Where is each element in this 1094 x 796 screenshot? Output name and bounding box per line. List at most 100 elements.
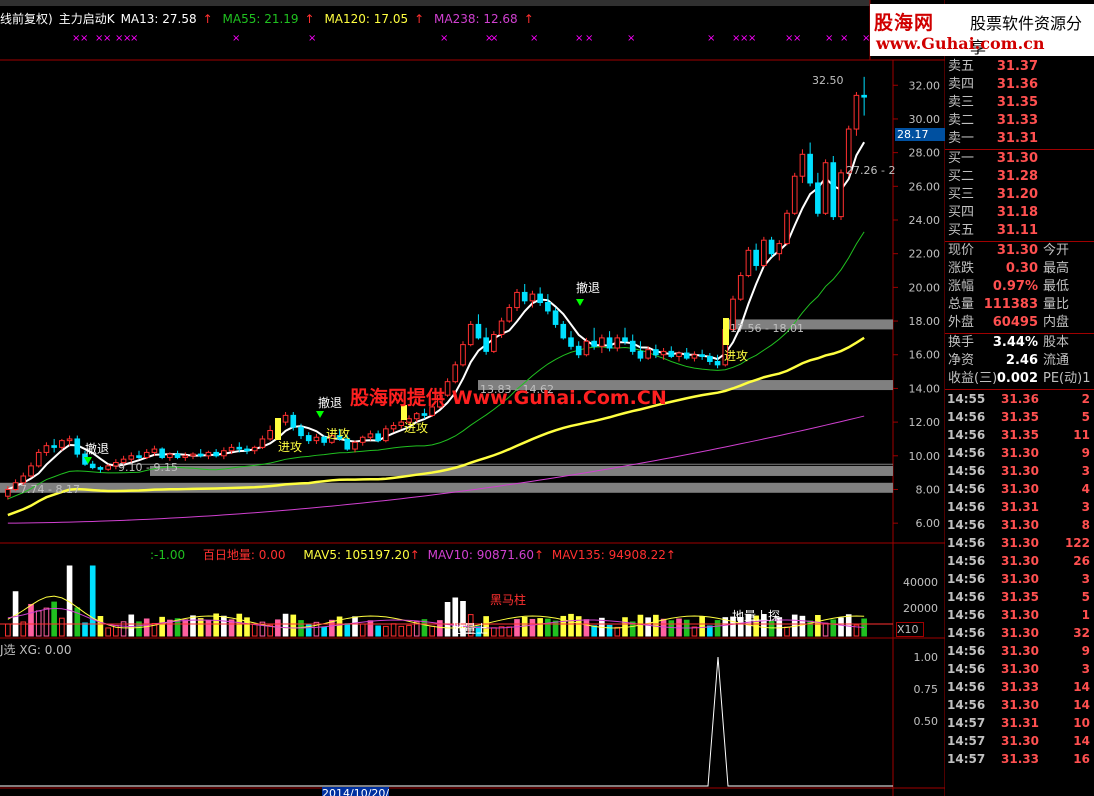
ask-row-label: 卖四: [948, 77, 975, 92]
tick-row: 14:56 31.30 4: [945, 480, 1094, 498]
candle-body: [390, 424, 397, 430]
volume-bar: [537, 618, 543, 637]
tick-row: 14:56 31.30 26: [945, 552, 1094, 570]
vol-unit-label: X10: [896, 622, 924, 637]
tick-volume: 16: [1073, 752, 1090, 766]
quote-panel: 卖五 31.37 卖四 31.36 卖三 31.35 卖二 31.33 卖一 31.31 买一 31.…: [945, 58, 1094, 796]
candle-body: [5, 488, 11, 497]
candle-body: [20, 475, 27, 484]
tick-row: 14:56 31.35 11: [945, 426, 1094, 444]
logo-url: www.Guhai.com.cn: [876, 34, 1045, 53]
tick-volume: 9: [1081, 644, 1090, 658]
stat-row-label: 总量: [948, 297, 975, 312]
volume-bar: [290, 614, 297, 637]
xg-signal-line: [0, 656, 893, 787]
stat-row-value: 111383: [983, 297, 1038, 312]
volume-bar: [159, 616, 165, 637]
tick-row: 14:57 31.30 14: [945, 732, 1094, 750]
stat2-row-label: 换手: [948, 335, 975, 350]
tick-row: 14:56 31.30 122: [945, 534, 1094, 552]
attack-bar: [275, 418, 281, 440]
volume-bar: [182, 619, 189, 637]
range-910-label: 9.10 - 9.15: [118, 461, 178, 474]
candle-body: [35, 451, 42, 467]
range-1756-label: 17.56 - 18.01: [730, 322, 804, 335]
candle-body: [89, 463, 96, 469]
candle-body: [174, 453, 181, 458]
candle-body: [167, 453, 173, 458]
signal-x-marker: ×: [232, 33, 240, 44]
ask-row-label: 卖三: [948, 95, 975, 110]
candle-body: [807, 153, 813, 184]
candle-body: [529, 293, 536, 302]
candle-body: [352, 441, 358, 450]
candle-body: [830, 162, 837, 218]
tick-time: 14:56: [947, 500, 986, 514]
volume-bar: [213, 613, 219, 637]
candle-body: [815, 182, 821, 214]
candle-body: [228, 446, 235, 452]
candle-body: [791, 175, 798, 214]
candle-body: [205, 451, 212, 457]
tick-price: 31.30: [1001, 644, 1039, 658]
candle-body: [552, 310, 559, 325]
stat-row-value: 0.97%: [992, 279, 1038, 294]
volume-bar: [799, 615, 806, 637]
volume-bar: [236, 613, 243, 637]
price-axis-label: 8.00: [916, 483, 941, 496]
candle-body: [776, 243, 783, 255]
ask-row-value: 31.33: [996, 113, 1038, 128]
ask-row: 卖四 31.36: [945, 76, 1094, 94]
candle-body: [221, 450, 227, 457]
candle-body: [305, 435, 312, 442]
candle-body: [136, 455, 142, 458]
high-price-label: 32.50: [812, 74, 844, 87]
signal-x-marker: ×: [308, 33, 316, 44]
price-axis-label: 26.00: [909, 180, 941, 193]
xg-axis-1: 1.00: [913, 651, 939, 664]
volume-indicator-line: :-1.00 百日地量: 0.00 MAV5: 105197.20↑ MAV10…: [150, 546, 676, 563]
candle-body: [12, 482, 19, 490]
tick-volume: 3: [1081, 662, 1090, 676]
volume-bar: [282, 613, 289, 637]
candle-body: [475, 323, 482, 339]
bai-ri-di-liang: 百日地量: 0.00: [202, 548, 286, 562]
bid-row: 买三 31.20: [945, 186, 1094, 204]
candle-body: [97, 467, 104, 470]
tick-price: 31.30: [1001, 734, 1039, 748]
volume-bar: [359, 623, 366, 637]
bid-row-value: 31.18: [996, 205, 1038, 220]
volume-bar: [398, 625, 405, 637]
tick-price: 31.30: [1001, 608, 1039, 622]
tick-price: 31.30: [1001, 446, 1039, 460]
candle-body: [599, 337, 605, 347]
volume-bar: [614, 626, 621, 637]
volume-bar: [375, 625, 381, 637]
tick-volume: 10: [1073, 716, 1090, 730]
candle-body: [51, 445, 57, 448]
volume-bar: [128, 614, 135, 637]
tick-volume: 122: [1064, 536, 1090, 550]
attack-label: 进攻: [326, 427, 350, 441]
stat-row-right-label: 最高: [1043, 261, 1070, 276]
tick-price: 31.30: [1001, 536, 1039, 550]
stat-row-label: 涨跌: [948, 261, 975, 276]
bid-row-value: 31.11: [996, 223, 1038, 238]
candle-body: [614, 337, 621, 349]
volume-bar: [506, 626, 513, 637]
tick-volume: 32: [1073, 626, 1090, 640]
tick-time: 14:56: [947, 608, 986, 622]
candle-body: [143, 451, 150, 458]
candle-body: [799, 153, 806, 177]
tick-volume: 8: [1081, 518, 1090, 532]
candle-body: [560, 323, 567, 339]
signal-x-marker: ×: [575, 33, 583, 44]
stat2-row: 收益(三) 0.002 PE(动)1: [945, 370, 1094, 388]
tick-row: 14:56 31.30 8: [945, 516, 1094, 534]
volume-bar: [815, 614, 821, 637]
candle-body: [545, 302, 551, 312]
stat-row: 总量 111383 量比: [945, 296, 1094, 314]
stat-row-value: 60495: [992, 315, 1038, 330]
candle-body: [568, 337, 574, 347]
ask-row-label: 卖二: [948, 113, 975, 128]
